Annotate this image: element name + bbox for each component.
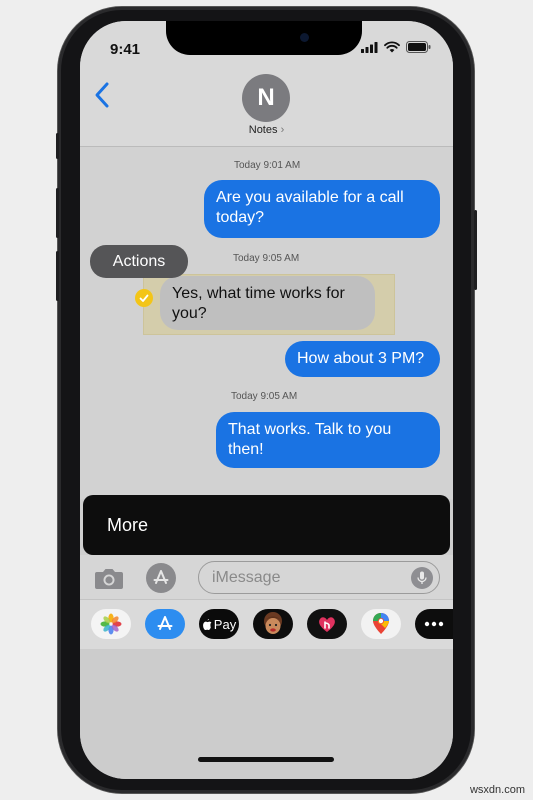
compose-bar: iMessage: [80, 555, 453, 599]
contact-name[interactable]: Notes ›: [80, 124, 453, 136]
apple-pay-icon[interactable]: Pay: [199, 609, 239, 639]
actions-label: Actions: [112, 252, 166, 270]
app-drawer: Pay: [80, 599, 453, 650]
message-text-line: then!: [228, 441, 264, 458]
message-text-line: Yes, what time works for: [172, 285, 345, 302]
maps-icon[interactable]: [361, 609, 401, 639]
outgoing-message-bubble[interactable]: How about 3 PM?: [285, 341, 440, 377]
outgoing-message-bubble[interactable]: Are you available for a call today?: [204, 180, 440, 238]
incoming-message-bubble-selected[interactable]: Yes, what time works for you?: [160, 276, 375, 330]
more-label: More: [107, 514, 149, 535]
chevron-right-icon: ›: [280, 124, 285, 136]
more-button[interactable]: More: [83, 495, 450, 555]
conversation-header: 9:41 N Notes ›: [80, 21, 453, 147]
message-text-line: How about 3 PM?: [297, 350, 425, 367]
app-store-button[interactable]: [146, 563, 176, 593]
message-timestamp: Today 9:05 AM: [231, 391, 298, 402]
ellipsis-icon[interactable]: [415, 609, 453, 639]
outgoing-message-bubble[interactable]: That works. Talk to you then!: [216, 412, 440, 468]
back-chevron-icon[interactable]: [94, 81, 110, 109]
photos-icon[interactable]: [91, 609, 131, 639]
imessage-placeholder: iMessage: [212, 568, 281, 586]
silent-switch: [56, 133, 59, 159]
microphone-icon[interactable]: [411, 567, 433, 589]
actions-tooltip[interactable]: Actions: [90, 245, 188, 278]
message-text-line: today?: [216, 209, 265, 226]
home-indicator[interactable]: [198, 757, 334, 762]
cellular-signal-icon: [361, 41, 378, 53]
app-store-icon[interactable]: [145, 609, 185, 639]
contact-name-label: Notes: [248, 124, 278, 136]
camera-icon[interactable]: [94, 566, 124, 590]
watermark: wsxdn.com: [469, 784, 525, 796]
message-text-line: you?: [172, 305, 207, 322]
memoji-icon[interactable]: [253, 609, 293, 639]
app-store-icon: [153, 570, 169, 584]
keyboard-area: [80, 649, 453, 779]
digital-touch-icon[interactable]: [307, 609, 347, 639]
message-timestamp: Today 9:05 AM: [233, 253, 300, 264]
status-time: 9:41: [110, 41, 141, 58]
notch: [166, 21, 362, 55]
imessage-input[interactable]: iMessage: [198, 561, 440, 594]
message-text-line: That works. Talk to you: [228, 421, 392, 438]
front-camera: [300, 33, 309, 42]
power-button: [474, 210, 477, 290]
wifi-icon: [384, 41, 400, 53]
apple-pay-label: Pay: [213, 616, 237, 632]
volume-up-button: [56, 188, 59, 238]
message-text-line: Are you available for a call: [216, 189, 404, 206]
contact-avatar[interactable]: N: [242, 74, 290, 122]
apple-logo-icon: [202, 619, 212, 630]
selected-check-icon[interactable]: [135, 289, 153, 307]
status-icons: [361, 41, 431, 53]
message-timestamp: Today 9:01 AM: [234, 160, 301, 171]
phone-screen: 9:41 N Notes › Today 9:01 AM Are you ava…: [80, 21, 453, 779]
battery-icon: [406, 41, 431, 53]
avatar-initial: N: [257, 84, 275, 111]
volume-down-button: [56, 251, 59, 301]
